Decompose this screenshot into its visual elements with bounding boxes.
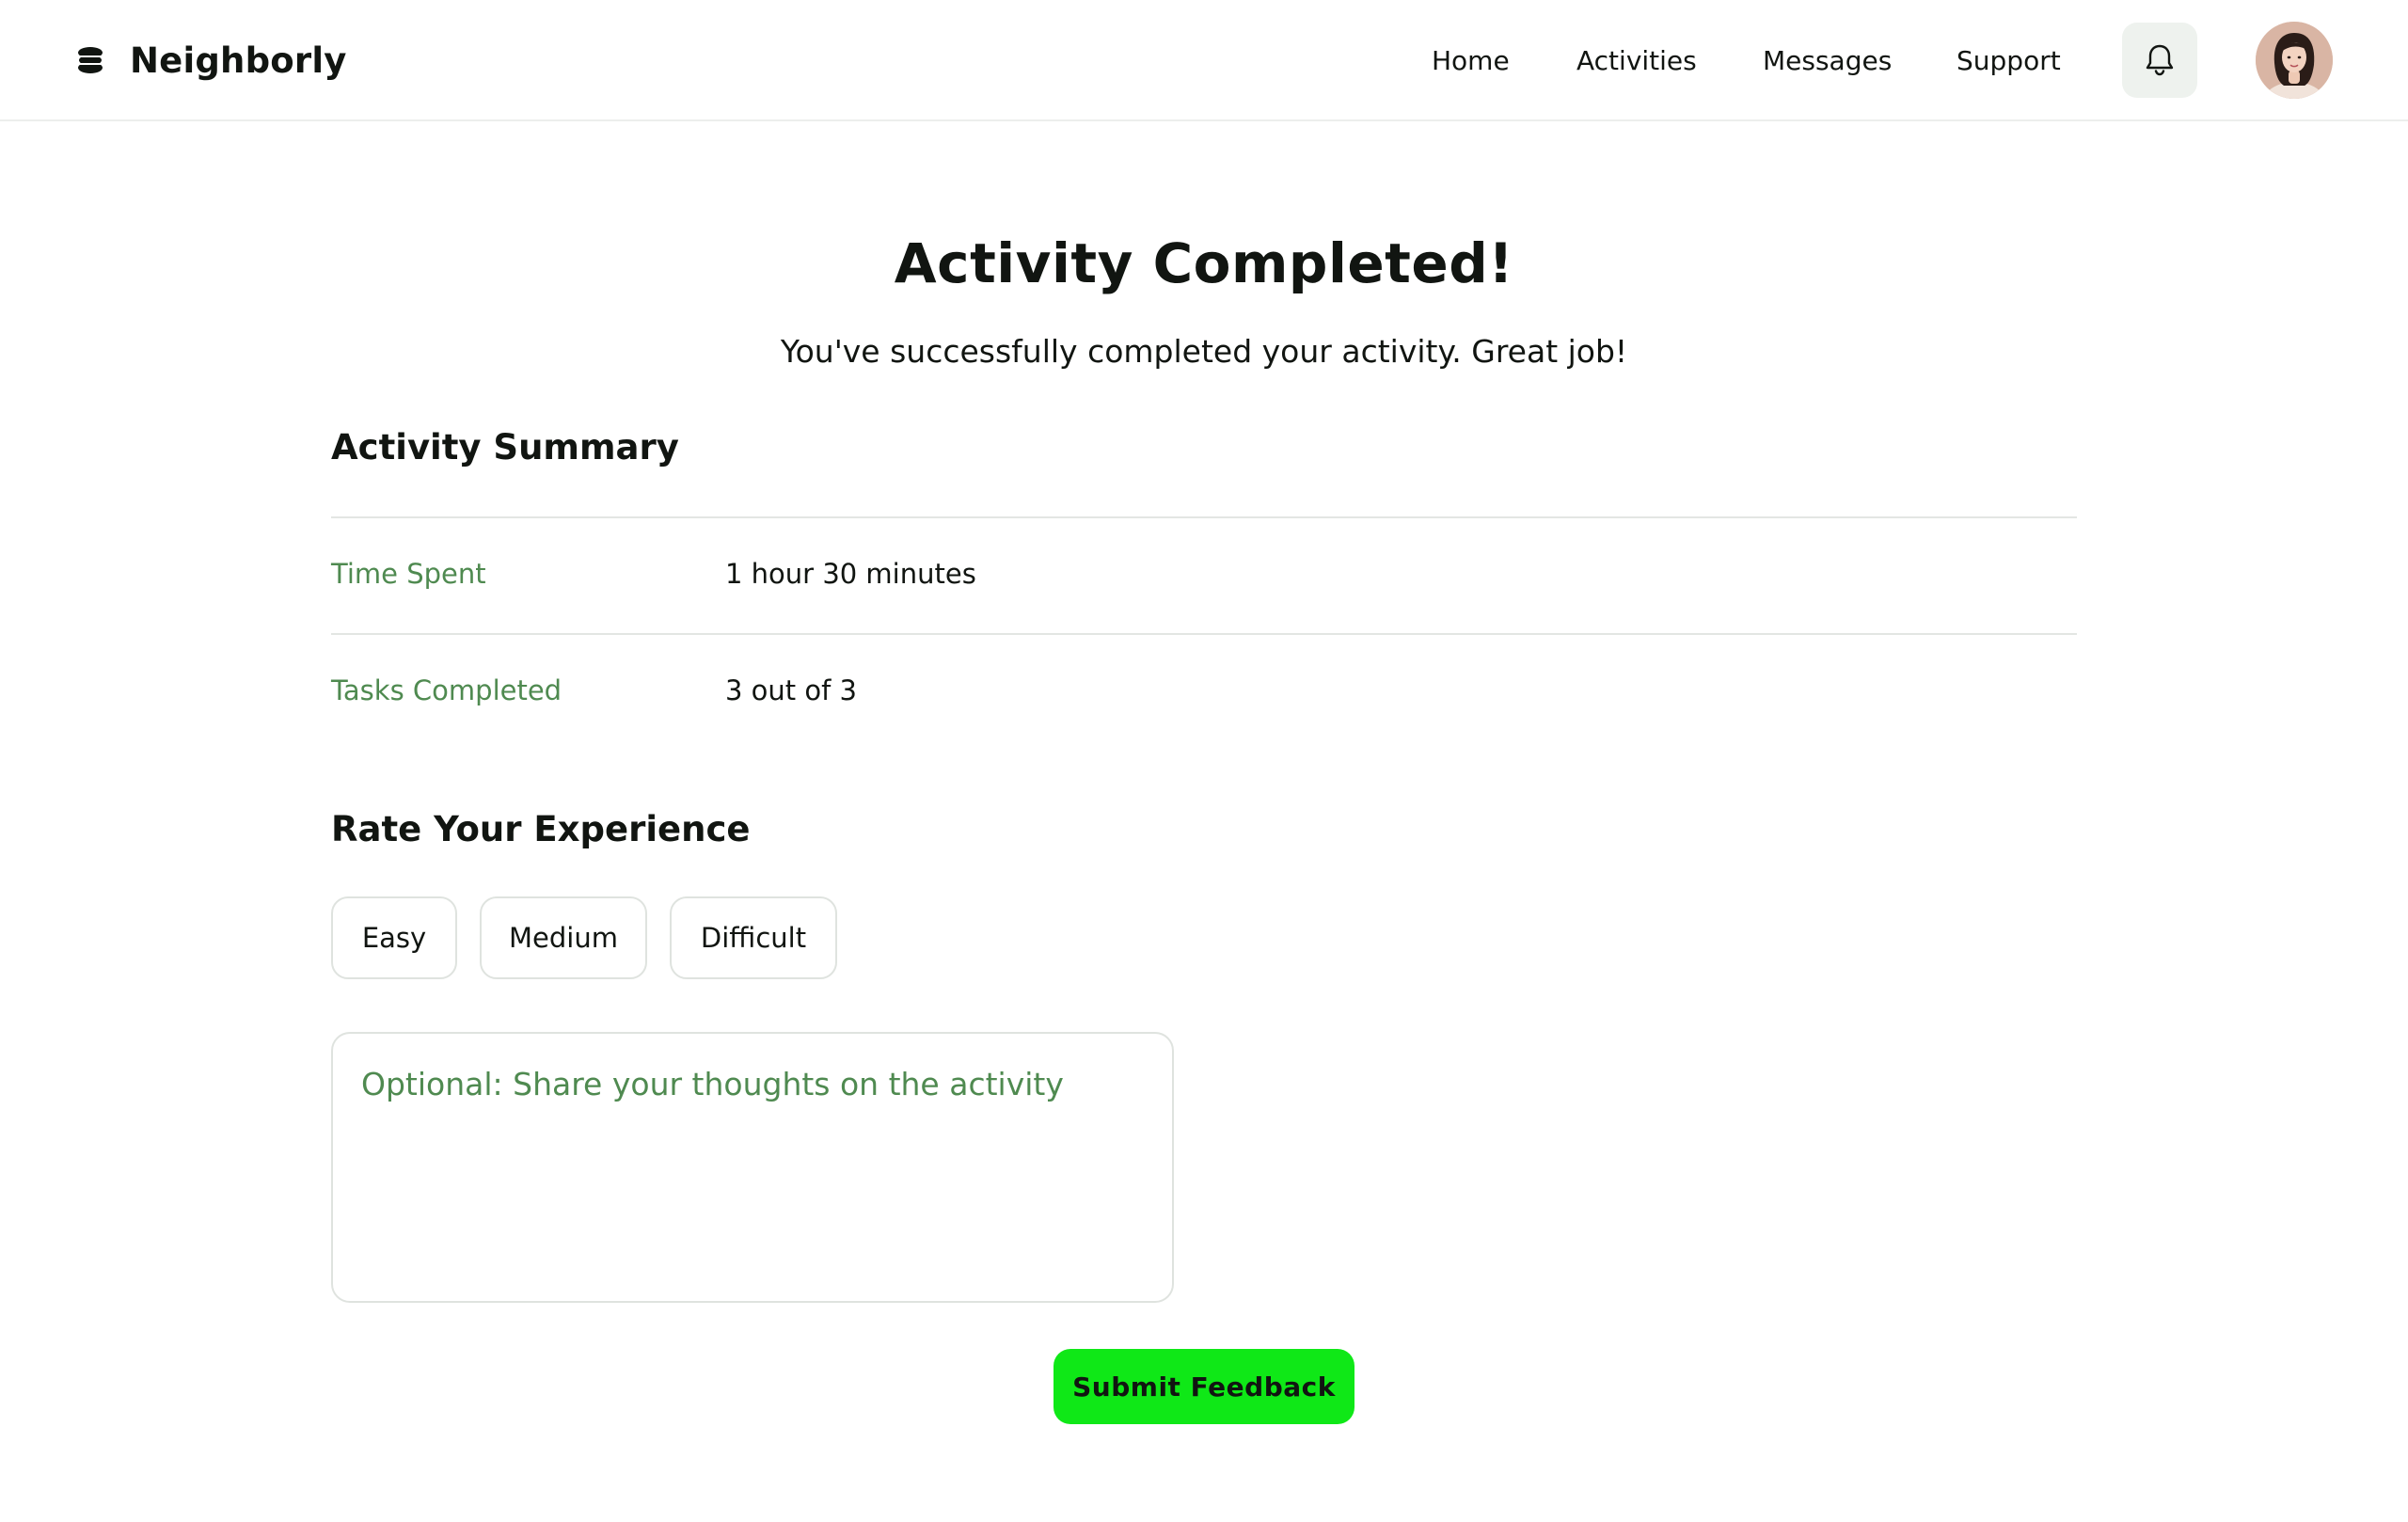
summary-value: 1 hour 30 minutes (725, 558, 976, 590)
notifications-button[interactable] (2122, 23, 2197, 98)
rating-difficult-button[interactable]: Difficult (670, 896, 837, 979)
nav-activities-link[interactable]: Activities (1576, 45, 1697, 76)
avatar-portrait-icon (2256, 22, 2333, 99)
brand[interactable]: Neighborly (75, 34, 347, 87)
nav-home-link[interactable]: Home (1432, 45, 1510, 76)
page-subtitle: You've successfully completed your activ… (780, 333, 1628, 370)
summary-row-time-spent: Time Spent 1 hour 30 minutes (331, 516, 2077, 633)
feedback-textarea[interactable] (331, 1032, 1174, 1303)
top-navigation-bar: Neighborly Home Activities Messages Supp… (0, 0, 2408, 121)
stacked-layers-icon (78, 47, 103, 73)
bell-icon (2146, 44, 2174, 76)
user-avatar[interactable] (2256, 22, 2333, 99)
app-name: Neighborly (130, 40, 347, 81)
activity-summary-table: Time Spent 1 hour 30 minutes Tasks Compl… (331, 516, 2077, 750)
summary-value: 3 out of 3 (725, 674, 858, 706)
rate-experience-heading: Rate Your Experience (331, 809, 751, 849)
summary-label: Tasks Completed (331, 674, 562, 706)
submit-feedback-button[interactable]: Submit Feedback (1054, 1349, 1354, 1424)
summary-label: Time Spent (331, 558, 486, 590)
rating-easy-button[interactable]: Easy (331, 896, 457, 979)
summary-row-tasks-completed: Tasks Completed 3 out of 3 (331, 633, 2077, 750)
activity-summary-heading: Activity Summary (331, 427, 679, 468)
rating-medium-button[interactable]: Medium (480, 896, 647, 979)
nav-messages-link[interactable]: Messages (1763, 45, 1892, 76)
nav-support-link[interactable]: Support (1956, 45, 2061, 76)
page-title: Activity Completed! (894, 231, 1514, 295)
